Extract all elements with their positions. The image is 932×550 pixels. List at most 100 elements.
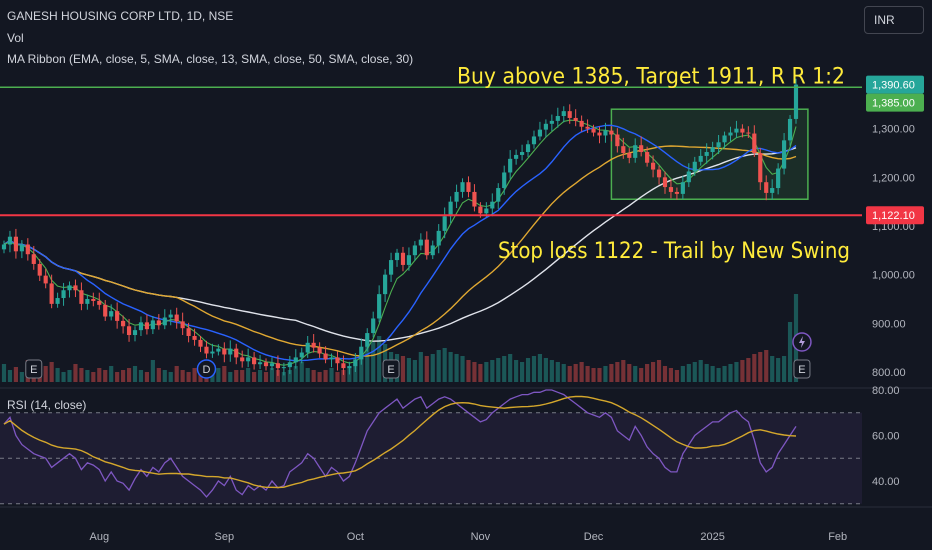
volume-bar [662, 366, 668, 382]
candle [531, 136, 537, 145]
volume-bar [597, 368, 602, 382]
rsi-label[interactable]: RSI (14, close) [7, 398, 86, 412]
candle [406, 255, 412, 265]
candle [555, 116, 560, 121]
volume-bar [549, 360, 554, 382]
time-tick-label: Nov [471, 531, 491, 543]
volume-bar [43, 366, 48, 382]
volume-bar [710, 366, 715, 382]
candle [424, 239, 429, 256]
price-tick-label: 800.00 [872, 367, 906, 379]
volume-bar [412, 360, 417, 382]
volume-bar [168, 372, 173, 382]
volume-bar [1, 364, 7, 382]
volume-bar [621, 360, 626, 382]
volume-bar [519, 362, 525, 382]
candle [257, 362, 263, 365]
volume-bar [627, 364, 632, 382]
volume-bar [263, 372, 269, 382]
volume-bar [639, 368, 644, 382]
candle [722, 135, 727, 143]
candle [615, 134, 620, 147]
volume-bar [490, 360, 495, 382]
candle [192, 335, 197, 340]
volume-bar [537, 354, 543, 382]
candle [323, 353, 328, 360]
candle [543, 123, 548, 130]
price-tick-label: 1,200.00 [872, 172, 915, 184]
volume-bar [79, 368, 84, 382]
candle [633, 145, 638, 158]
candle [514, 154, 519, 159]
volume-bar [656, 360, 662, 382]
volume-bar [406, 358, 412, 382]
volume-bar [246, 368, 251, 382]
volume-bar [496, 358, 501, 382]
volume-bar [460, 356, 465, 382]
candle [519, 152, 525, 155]
event-marker-label: E [30, 364, 37, 376]
candle [734, 128, 739, 133]
candle [371, 318, 376, 334]
candle [704, 152, 709, 156]
volume-bar [728, 364, 733, 382]
price-chart[interactable]: Buy above 1385, Target 1911, R R 1:2 Stop… [0, 0, 932, 550]
candle [19, 244, 24, 252]
volume-bar [531, 356, 537, 382]
volume-bar [216, 368, 221, 382]
ma-ribbon-label[interactable]: MA Ribbon (EMA, close, 5, SMA, close, 13… [7, 52, 413, 66]
candle [388, 260, 394, 275]
volume-bar [234, 370, 239, 382]
volume-bar [478, 364, 483, 382]
volume-bar [454, 354, 459, 382]
event-marker-label: E [798, 364, 805, 376]
candle [162, 317, 167, 326]
candle [31, 254, 36, 264]
volume-bar [299, 362, 304, 382]
candle [144, 322, 150, 330]
candle [579, 120, 584, 127]
volume-bar [740, 360, 745, 382]
price-tick-label: 1,300.00 [872, 124, 915, 136]
volume-bar [186, 372, 191, 382]
candle [240, 357, 245, 362]
volume-bar [716, 368, 721, 382]
rsi-tick-label: 60.00 [872, 431, 900, 443]
candle [484, 208, 489, 214]
volume-bar [514, 360, 519, 382]
candle [97, 300, 102, 305]
candle [716, 142, 721, 148]
candle [567, 111, 572, 118]
price-tick-label: 1,000.00 [872, 270, 915, 282]
candle [597, 132, 602, 136]
volume-bar [585, 366, 590, 382]
volume-bar [144, 372, 150, 382]
stop-level-label: 1,122.10 [872, 210, 915, 222]
volume-bar [240, 370, 245, 382]
volume-bar [132, 366, 138, 382]
candle [246, 357, 251, 362]
candle [770, 188, 775, 193]
candle [281, 367, 286, 369]
candle [680, 182, 685, 194]
volume-bar [472, 362, 477, 382]
time-tick-label: 2025 [700, 531, 724, 543]
volume-bar [466, 360, 471, 382]
candle [591, 128, 596, 133]
candle [728, 132, 733, 136]
volume-bar [103, 370, 108, 382]
candle [537, 129, 543, 137]
volume-bar [668, 368, 674, 382]
currency-button[interactable]: INR [864, 6, 924, 34]
candle [222, 348, 227, 355]
candle [329, 357, 334, 360]
candle [353, 359, 358, 367]
volume-bar [686, 364, 691, 382]
buy-annotation: Buy above 1385, Target 1911, R R 1:2 [457, 64, 845, 89]
event-marker-label: D [202, 364, 210, 376]
candle [686, 171, 691, 183]
volume-bar [174, 366, 179, 382]
vol-indicator-label[interactable]: Vol [7, 31, 24, 45]
volume-bar [317, 372, 322, 382]
rsi-tick-label: 40.00 [872, 476, 900, 488]
